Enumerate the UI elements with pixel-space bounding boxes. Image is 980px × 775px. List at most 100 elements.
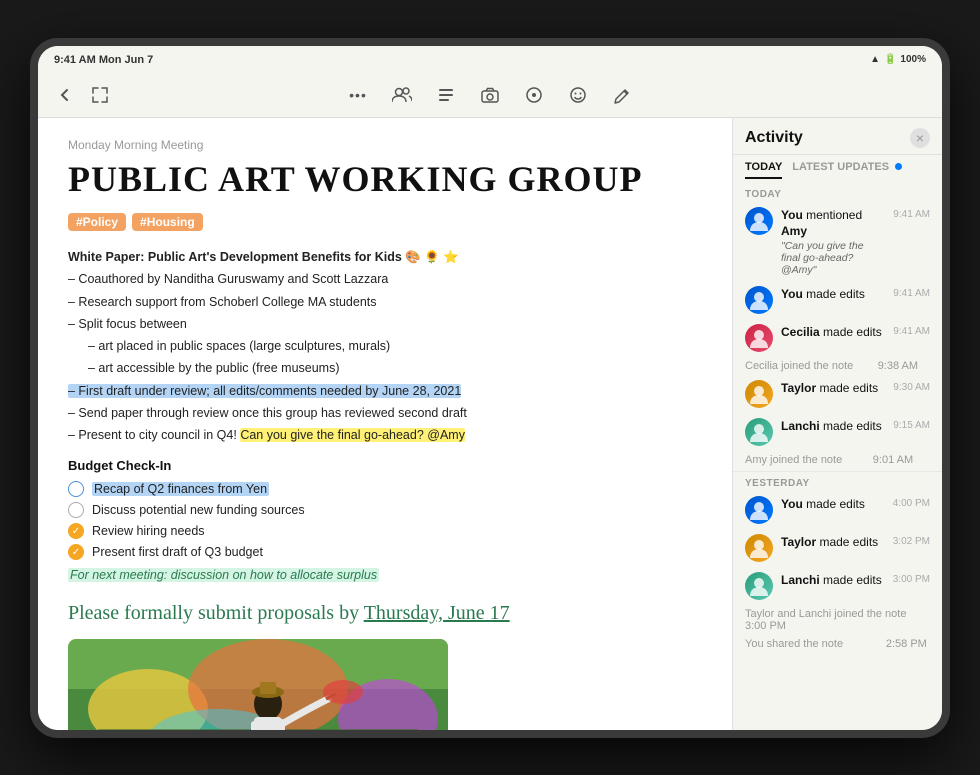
taylor-edit-y-text-block: Taylor made edits (781, 534, 885, 550)
activity-item-lanchi-edit-y: Lanchi made edits 3:00 PM (733, 567, 942, 605)
you-edit-y-time: 4:00 PM (893, 498, 930, 509)
you-edit-text-block: You made edits (781, 286, 885, 302)
tab-latest-updates[interactable]: LATEST UPDATES (792, 161, 902, 179)
taylor-edit-text: Taylor made edits (781, 380, 885, 396)
note-meta: Monday Morning Meeting (68, 138, 702, 152)
avatar-you-1 (745, 207, 773, 235)
cecilia-joined: Cecilia joined the note 9:38 AM (733, 357, 942, 375)
checklist-text-2: Discuss potential new funding sources (92, 503, 305, 517)
battery-icon: 🔋 (884, 54, 896, 65)
section-separator (733, 471, 942, 472)
toolbar-left (52, 81, 334, 109)
line-first-draft: – First draft under review; all edits/co… (68, 381, 702, 402)
you-edit-text: You made edits (781, 286, 885, 302)
taylor-edit-y-text: Taylor made edits (781, 534, 885, 550)
ellipsis-button[interactable]: ••• (344, 81, 372, 109)
lanchi-edit-time: 9:15 AM (893, 420, 930, 431)
checkbox-2[interactable] (68, 502, 84, 518)
mural-image (68, 639, 448, 729)
checklist-text-3: Review hiring needs (92, 524, 205, 538)
activity-close-button[interactable]: × (910, 128, 930, 148)
lanchi-edit-y-text: Lanchi made edits (781, 572, 885, 588)
mention-text: You mentioned Amy (781, 207, 885, 239)
tab-today[interactable]: TODAY (745, 161, 782, 179)
emoji-icon[interactable] (564, 81, 592, 109)
checkbox-4[interactable]: ✓ (68, 544, 84, 560)
device-frame: 9:41 AM Mon Jun 7 ▲ 🔋 100% ••• (30, 38, 950, 738)
mention-text-block: You mentioned Amy "Can you give the fina… (781, 207, 885, 276)
handwritten-text: Please formally submit proposals by Thur… (68, 602, 702, 625)
activity-panel: Activity × TODAY LATEST UPDATES TODAY (732, 118, 942, 730)
you-edit-y-text-block: You made edits (781, 496, 885, 512)
line-coauthored: – Coauthored by Nanditha Guruswamy and S… (68, 269, 702, 290)
collaborate-icon[interactable] (388, 81, 416, 109)
avatar-you-3 (745, 496, 773, 524)
line-art-public: – art placed in public spaces (large scu… (68, 336, 702, 357)
lanchi-edit-text-block: Lanchi made edits (781, 418, 885, 434)
avatar-cecilia-1 (745, 324, 773, 352)
cecilia-edit-time: 9:41 AM (893, 326, 930, 337)
avatar-lanchi-1 (745, 418, 773, 446)
activity-tabs: TODAY LATEST UPDATES (733, 155, 942, 179)
checkbox-1[interactable] (68, 481, 84, 497)
avatar-lanchi-2 (745, 572, 773, 600)
activity-item-taylor-edit-y: Taylor made edits 3:02 PM (733, 529, 942, 567)
highlight-goahead: Can you give the final go-ahead? @Amy (240, 428, 465, 442)
checklist-item-3[interactable]: ✓ Review hiring needs (68, 523, 702, 539)
budget-section: Budget Check-In Recap of Q2 finances fro… (68, 458, 702, 592)
battery-label: 100% (900, 54, 926, 65)
line-present: – Present to city council in Q4! Can you… (68, 425, 702, 446)
activity-item-lanchi-edit: Lanchi made edits 9:15 AM (733, 413, 942, 451)
you-edit-time: 9:41 AM (893, 288, 930, 299)
note-italic: For next meeting: discussion on how to a… (68, 568, 379, 582)
back-button[interactable] (52, 81, 80, 109)
avatar-taylor-2 (745, 534, 773, 562)
activity-item-mention: You mentioned Amy "Can you give the fina… (733, 202, 942, 281)
compress-button[interactable] (86, 81, 114, 109)
taylor-edit-text-block: Taylor made edits (781, 380, 885, 396)
checklist-icon[interactable] (432, 81, 460, 109)
tag-container: #Policy #Housing (68, 213, 702, 231)
activity-item-taylor-edit: Taylor made edits 9:30 AM (733, 375, 942, 413)
tag-housing[interactable]: #Housing (132, 213, 203, 231)
toolbar-center: ••• (344, 81, 636, 109)
checklist-item-2[interactable]: Discuss potential new funding sources (68, 502, 702, 518)
main-area: Monday Morning Meeting PUBLIC ART WORKIN… (38, 118, 942, 730)
circle-icon[interactable] (520, 81, 548, 109)
you-edit-y-text: You made edits (781, 496, 885, 512)
activity-body[interactable]: TODAY You mentioned Amy "Can you give th… (733, 179, 942, 730)
cecilia-edit-text: Cecilia made edits (781, 324, 885, 340)
camera-icon[interactable] (476, 81, 504, 109)
handwritten-underline: Thursday, June 17 (364, 602, 510, 624)
line-split: – Split focus between (68, 314, 702, 335)
lanchi-edit-text: Lanchi made edits (781, 418, 885, 434)
line-art-accessible: – art accessible by the public (free mus… (68, 358, 702, 379)
note-title: PUBLIC ART WORKING GROUP (68, 160, 702, 200)
activity-item-you-edit-y: You made edits 4:00 PM (733, 491, 942, 529)
edit-icon[interactable] (608, 81, 636, 109)
mention-time: 9:41 AM (893, 209, 930, 220)
activity-item-you-edit: You made edits 9:41 AM (733, 281, 942, 319)
checklist-item-4[interactable]: ✓ Present first draft of Q3 budget (68, 544, 702, 560)
tag-policy[interactable]: #Policy (68, 213, 126, 231)
mention-quote: "Can you give the final go-ahead? @Amy" (781, 240, 885, 276)
budget-note: For next meeting: discussion on how to a… (68, 566, 702, 592)
lanchi-edit-y-time: 3:00 PM (893, 574, 930, 585)
note-area[interactable]: Monday Morning Meeting PUBLIC ART WORKIN… (38, 118, 732, 730)
activity-title: Activity (745, 129, 803, 147)
status-bar: 9:41 AM Mon Jun 7 ▲ 🔋 100% (38, 46, 942, 74)
checklist-item-1[interactable]: Recap of Q2 finances from Yen (68, 481, 702, 497)
taylor-edit-y-time: 3:02 PM (893, 536, 930, 547)
avatar-taylor-1 (745, 380, 773, 408)
activity-header: Activity × (733, 118, 942, 155)
avatar-you-2 (745, 286, 773, 314)
date-label-yesterday: YESTERDAY (733, 474, 942, 491)
checkbox-3[interactable]: ✓ (68, 523, 84, 539)
cecilia-edit-text-block: Cecilia made edits (781, 324, 885, 340)
dots-icon: ••• (349, 87, 367, 103)
status-right: ▲ 🔋 100% (870, 54, 926, 65)
line-send-paper: – Send paper through review once this gr… (68, 403, 702, 424)
taylor-lanchi-joined: Taylor and Lanchi joined the note 3:00 P… (733, 605, 942, 635)
toolbar: ••• (38, 74, 942, 118)
date-label-today: TODAY (733, 185, 942, 202)
